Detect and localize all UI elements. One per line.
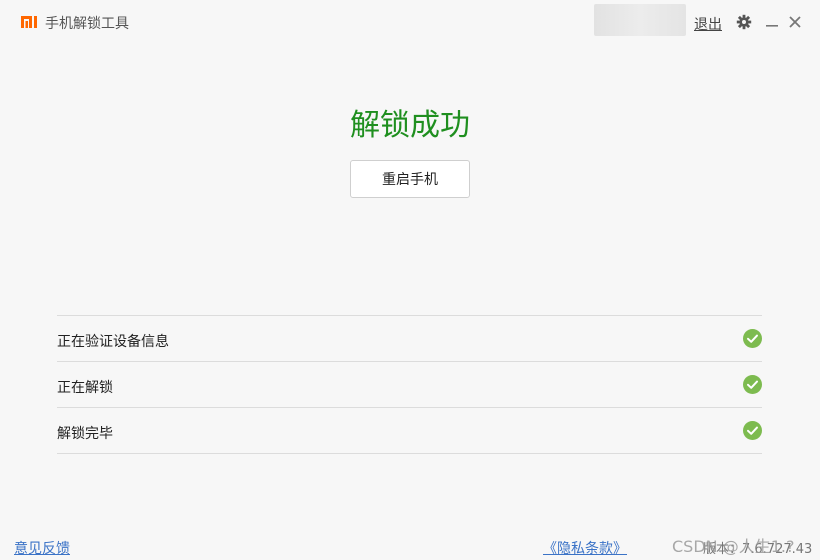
privacy-policy-link[interactable]: 《隐私条款》 bbox=[543, 538, 627, 558]
check-circle-icon bbox=[743, 421, 762, 440]
step-label: 解锁完毕 bbox=[57, 426, 113, 442]
app-window: 手机解锁工具 退出 解锁成功 重启手机 正在验证设备信息 正在解锁 解锁完毕 意… bbox=[0, 0, 820, 560]
step-label: 正在解锁 bbox=[57, 380, 113, 396]
step-row: 正在验证设备信息 bbox=[57, 316, 762, 362]
check-circle-icon bbox=[743, 375, 762, 394]
step-row: 解锁完毕 bbox=[57, 408, 762, 454]
close-icon[interactable] bbox=[787, 14, 803, 30]
check-circle-icon bbox=[743, 329, 762, 348]
restart-phone-button[interactable]: 重启手机 bbox=[350, 160, 470, 198]
step-label: 正在验证设备信息 bbox=[57, 334, 169, 350]
step-list: 正在验证设备信息 正在解锁 解锁完毕 bbox=[57, 315, 762, 454]
account-avatar-blurred[interactable] bbox=[594, 4, 686, 36]
result-title: 解锁成功 bbox=[350, 108, 470, 143]
app-title: 手机解锁工具 bbox=[45, 16, 129, 32]
watermark-text: CSDN @人生1.? bbox=[672, 537, 795, 556]
title-bar: 手机解锁工具 退出 bbox=[0, 0, 820, 44]
feedback-link[interactable]: 意见反馈 bbox=[14, 538, 70, 558]
minimize-icon[interactable] bbox=[764, 14, 780, 30]
logout-link[interactable]: 退出 bbox=[694, 14, 722, 34]
gear-icon[interactable] bbox=[736, 14, 752, 30]
step-row: 正在解锁 bbox=[57, 362, 762, 408]
mi-logo-icon bbox=[21, 16, 37, 28]
